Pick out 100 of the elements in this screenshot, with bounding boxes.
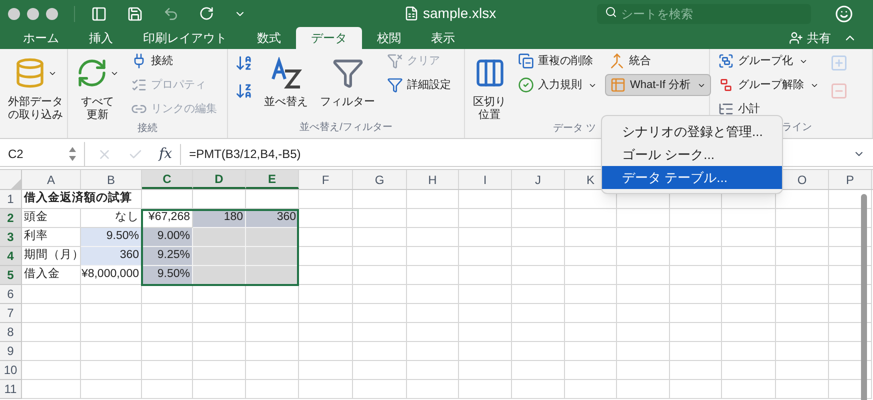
table-cell <box>353 209 407 228</box>
column-header[interactable]: C <box>142 170 193 189</box>
row-header[interactable]: 7 <box>0 304 22 323</box>
ribbon-button[interactable]: 区切り 位置 <box>469 50 510 122</box>
row-header[interactable]: 4 <box>0 247 22 266</box>
sort-descending-icon <box>235 82 253 100</box>
menu-item[interactable]: ゴール シーク... <box>602 143 782 166</box>
column-header[interactable]: J <box>512 170 565 189</box>
row-header[interactable]: 11 <box>0 380 22 399</box>
ribbon-button[interactable]: すべて 更新 <box>72 50 123 122</box>
table-cell <box>670 247 722 266</box>
column-header[interactable]: G <box>353 170 407 189</box>
row-header[interactable]: 6 <box>0 285 22 304</box>
ribbon-button[interactable]: フィルター <box>316 50 379 109</box>
table-cell <box>193 323 246 342</box>
table-cell <box>22 380 81 399</box>
column-header[interactable]: E <box>246 170 299 189</box>
table-cell <box>22 285 81 304</box>
table-cell <box>459 361 512 380</box>
row-header[interactable]: 8 <box>0 323 22 342</box>
row-header[interactable]: 1 <box>0 190 22 209</box>
table-cell <box>407 304 459 323</box>
table-cell <box>407 342 459 361</box>
table-cell: 9.25% <box>142 247 193 266</box>
table-cell <box>776 380 829 399</box>
ribbon-button[interactable]: 入力規則 <box>514 74 601 96</box>
ribbon-button[interactable]: 重複の削除 <box>514 50 597 72</box>
column-header[interactable]: H <box>407 170 459 189</box>
list-icon <box>131 77 147 93</box>
redo-icon[interactable] <box>199 6 214 21</box>
share-button[interactable]: 共有 <box>789 27 831 49</box>
table-cell <box>142 380 193 399</box>
ribbon-button[interactable]: 詳細設定 <box>383 74 455 96</box>
table-cell <box>407 209 459 228</box>
table-cell <box>81 380 142 399</box>
table-cell <box>670 380 722 399</box>
column-header[interactable]: P <box>829 170 872 189</box>
table-cell <box>565 361 617 380</box>
sidebar-icon[interactable] <box>91 6 107 22</box>
column-header[interactable]: I <box>459 170 512 189</box>
ribbon-button[interactable]: グループ化 <box>714 50 812 72</box>
ribbon-button[interactable]: 統合 <box>605 50 655 72</box>
window-close-button[interactable] <box>8 8 20 20</box>
table-cell <box>670 285 722 304</box>
ribbon-tab[interactable]: 校閲 <box>362 27 416 49</box>
group-label: ライン <box>782 121 812 134</box>
ribbon-button[interactable]: 小計 <box>714 98 764 120</box>
table-cell <box>776 266 829 285</box>
table-cell <box>512 323 565 342</box>
row-header[interactable]: 10 <box>0 361 22 380</box>
table-cell <box>776 228 829 247</box>
table-cell <box>142 190 193 209</box>
sort-ascending-icon <box>235 54 253 72</box>
ribbon-button[interactable]: 並べ替え <box>260 50 312 109</box>
table-cell: 借入金 <box>22 266 81 285</box>
formula-field[interactable]: =PMT(B3/12,B4,-B5) <box>189 145 301 163</box>
ribbon-tab[interactable]: データ <box>296 27 362 49</box>
menu-item[interactable]: シナリオの登録と管理... <box>602 120 782 143</box>
menu-item[interactable]: データ テーブル... <box>602 166 782 189</box>
save-icon[interactable] <box>127 6 143 22</box>
column-header[interactable]: A <box>22 170 81 189</box>
smiley-icon[interactable] <box>835 4 853 22</box>
row-header[interactable]: 2 <box>0 209 22 228</box>
table-cell <box>512 380 565 399</box>
column-header[interactable]: D <box>193 170 246 189</box>
ribbon-button[interactable]: 外部データ の取り込み <box>4 50 67 122</box>
table-cell <box>299 380 353 399</box>
name-box[interactable]: C2 <box>0 142 85 166</box>
window-zoom-button[interactable] <box>46 8 58 20</box>
ribbon-tab[interactable]: 挿入 <box>74 27 128 49</box>
ribbon-button[interactable]: 接続 <box>127 50 177 72</box>
table-cell <box>353 304 407 323</box>
table-cell <box>246 380 299 399</box>
group-label: データ ツ <box>553 122 596 135</box>
ribbon-button[interactable]: グループ解除 <box>714 74 823 96</box>
table-cell <box>722 266 776 285</box>
ribbon-tab[interactable]: 表示 <box>416 27 470 49</box>
table-cell <box>353 342 407 361</box>
table-cell <box>407 228 459 247</box>
ribbon-button[interactable]: What-If 分析 <box>605 74 711 96</box>
ribbon-tab[interactable]: 印刷レイアウト <box>128 27 242 49</box>
table-cell <box>22 361 81 380</box>
table-cell <box>459 247 512 266</box>
column-header[interactable]: F <box>299 170 353 189</box>
row-header[interactable]: 9 <box>0 342 22 361</box>
table-cell <box>353 285 407 304</box>
table-cell <box>776 361 829 380</box>
search-field[interactable]: シートを検索 <box>597 4 811 24</box>
scrollbar[interactable] <box>861 194 867 400</box>
table-cell <box>512 361 565 380</box>
table-cell <box>407 190 459 209</box>
group-label: 並べ替え/フィルター <box>300 121 392 134</box>
window-title: sample.xlsx <box>423 4 496 23</box>
ribbon-tab[interactable]: ホーム <box>8 27 74 49</box>
table-cell <box>512 342 565 361</box>
row-header[interactable]: 5 <box>0 266 22 285</box>
window-minimize-button[interactable] <box>27 8 39 20</box>
row-header[interactable]: 3 <box>0 228 22 247</box>
ribbon-tab[interactable]: 数式 <box>242 27 296 49</box>
function-button[interactable]: fx <box>159 144 182 164</box>
